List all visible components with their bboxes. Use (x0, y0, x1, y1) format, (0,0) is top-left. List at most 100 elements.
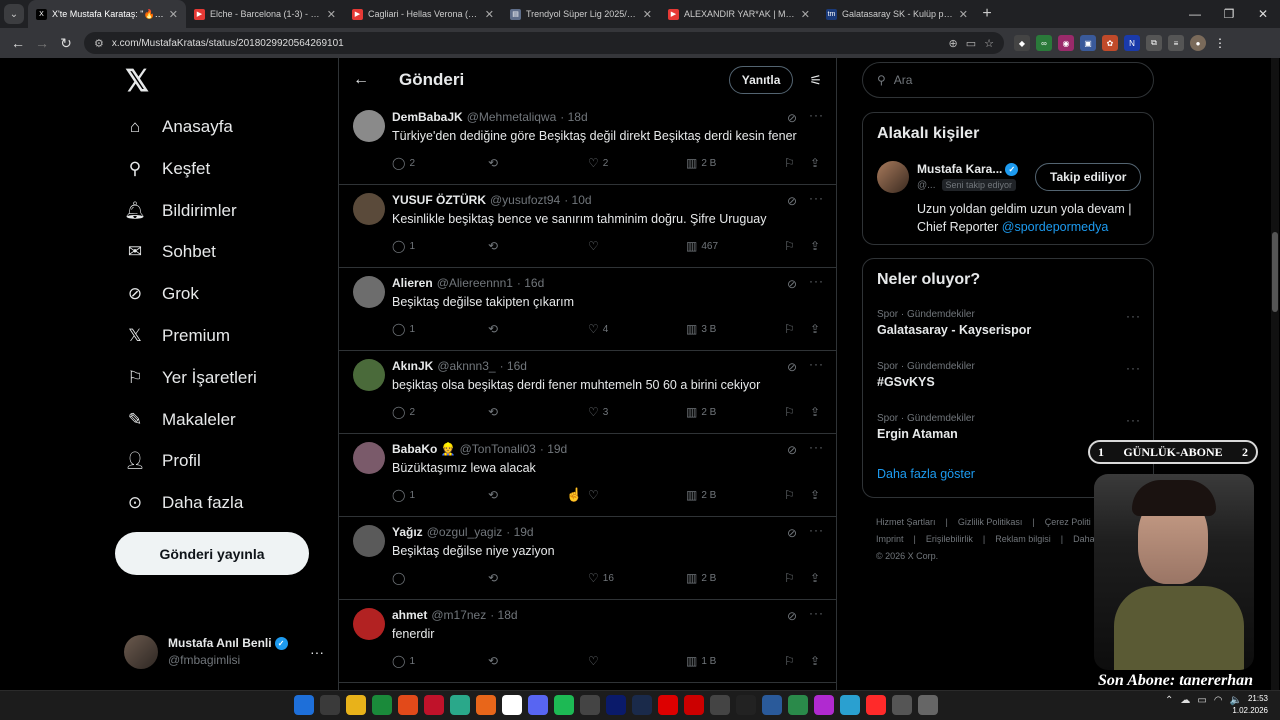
nav-item-mail[interactable]: ✉ Sohbet (124, 232, 216, 272)
address-bar[interactable]: ⚙ x.com/MustafaKratas/status/20180299205… (84, 32, 1004, 54)
url-text[interactable]: x.com/MustafaKratas/status/2018029920564… (112, 38, 941, 49)
grok-explain-icon[interactable]: ⊘ (787, 194, 797, 208)
nav-item-articles[interactable]: ✎ Makaleler (124, 400, 236, 440)
nav-item-grok[interactable]: ⊘ Grok (124, 274, 199, 314)
file-explorer-icon[interactable] (346, 695, 366, 715)
tweet-author-handle[interactable]: @Aliereennn1 (437, 276, 513, 290)
reload-icon[interactable]: ↻ (54, 35, 78, 52)
views-action[interactable]: ▥ 2 B (686, 405, 716, 419)
tweet-timestamp[interactable]: · 18d (490, 608, 517, 622)
more-options-icon[interactable]: ··· (310, 644, 324, 660)
grok-explain-icon[interactable]: ⊘ (787, 609, 797, 623)
tab-close-icon[interactable]: ✕ (959, 8, 968, 21)
app-icon[interactable] (866, 695, 886, 715)
obs-icon[interactable] (892, 695, 912, 715)
footer-link[interactable]: Daha (1073, 534, 1095, 544)
chrome-icon[interactable] (372, 695, 392, 715)
reply-tweet[interactable]: DemBabaJK @Mehmetaliqwa · 18d ⊘ ··· Türk… (339, 102, 836, 185)
nav-item-person[interactable]: 👤︎ Profil (124, 441, 201, 481)
nav-item-x-premium[interactable]: 𝕏 Premium (124, 316, 230, 356)
trend-item[interactable]: Spor · Gündemdekiler Ergin Ataman ··· (877, 413, 1141, 441)
extension-icon[interactable]: ◆ (1014, 35, 1030, 51)
trend-item[interactable]: Spor · Gündemdekiler #GSvKYS ··· (877, 361, 1141, 389)
tweet-timestamp[interactable]: · 18d (560, 110, 587, 124)
browser-tab[interactable]: ▶ ALEXANDIR YAR*AK | Madara C ✕ (660, 0, 818, 28)
nav-item-home[interactable]: ⌂ Anasayfa (124, 107, 233, 147)
show-more-link[interactable]: Daha fazla göster (877, 467, 975, 481)
extension-icon[interactable]: ▣ (1080, 35, 1096, 51)
share-action[interactable]: ⇪ (810, 322, 820, 336)
footer-link[interactable]: Imprint (876, 534, 904, 544)
avatar[interactable] (353, 276, 385, 308)
network-icon[interactable]: ◠ (1214, 695, 1223, 706)
spotify-icon[interactable] (554, 695, 574, 715)
avatar[interactable] (353, 608, 385, 640)
more-options-icon[interactable]: ··· (1126, 309, 1141, 323)
person-name[interactable]: Mustafa Kara... (917, 162, 1002, 176)
app-icon[interactable] (788, 695, 808, 715)
more-options-icon[interactable]: ··· (1126, 413, 1141, 427)
like-action[interactable]: ♡ 2 (588, 156, 608, 170)
repost-action[interactable]: ⟲ (488, 571, 498, 585)
share-action[interactable]: ⇪ (810, 156, 820, 170)
grok-explain-icon[interactable]: ⊘ (787, 360, 797, 374)
like-action[interactable]: ♡ 16 (588, 571, 614, 585)
repost-action[interactable]: ⟲ (488, 156, 498, 170)
photoshop-icon[interactable] (606, 695, 626, 715)
app-icon[interactable] (736, 695, 756, 715)
tab-close-icon[interactable]: ✕ (801, 8, 810, 21)
tweet-author-handle[interactable]: @yusufozt94 (490, 193, 560, 207)
bookmark-action[interactable]: ⚐ (784, 405, 795, 419)
extension-icon[interactable]: ◉ (1058, 35, 1074, 51)
filter-sliders-icon[interactable]: ⚟ (809, 72, 822, 89)
reply-action[interactable]: ◯ 1 (392, 654, 415, 668)
views-action[interactable]: ▥ 467 (686, 239, 718, 253)
avatar[interactable] (353, 442, 385, 474)
reply-tweet[interactable]: Alieren @Aliereennn1 · 16d ⊘ ··· Beşikta… (339, 268, 836, 351)
tweet-timestamp[interactable]: · 10d (564, 193, 591, 207)
display-icon[interactable]: ▭ (1197, 695, 1206, 706)
tweet-timestamp[interactable]: · 19d (540, 442, 567, 456)
repost-action[interactable]: ⟲ (488, 488, 498, 502)
like-action[interactable]: ♡ (588, 239, 603, 253)
more-options-icon[interactable]: ··· (809, 357, 824, 371)
browser-menu-icon[interactable]: ⋮ (1212, 35, 1228, 51)
views-action[interactable]: ▥ 3 B (686, 322, 716, 336)
like-action[interactable]: ♡ 4 (588, 322, 608, 336)
task-view-icon[interactable] (320, 695, 340, 715)
tweet-timestamp[interactable]: · 16d (517, 276, 544, 290)
tweet-author-name[interactable]: Alieren (392, 276, 433, 290)
more-options-icon[interactable]: ··· (1126, 361, 1141, 375)
chrome-alt-icon[interactable] (398, 695, 418, 715)
bookmark-action[interactable]: ⚐ (784, 488, 795, 502)
browser-tab[interactable]: tm Galatasaray SK - Kulüp profili | ✕ (818, 0, 976, 28)
page-scrollbar[interactable] (1271, 58, 1279, 690)
reply-tweet[interactable]: BabaKo 👷 @TonTonali03 · 19d ⊘ ··· Büzükt… (339, 434, 836, 517)
tab-close-icon[interactable]: ✕ (327, 8, 336, 21)
bookmark-star-icon[interactable]: ☆ (984, 37, 994, 50)
acrobat-icon[interactable] (710, 695, 730, 715)
tab-close-icon[interactable]: ✕ (485, 8, 494, 21)
steam-icon[interactable] (632, 695, 652, 715)
more-options-icon[interactable]: ··· (809, 191, 824, 205)
trend-item[interactable]: Spor · Gündemdekiler Galatasaray - Kayse… (877, 309, 1141, 337)
puzzle-icon[interactable]: ⧉ (1146, 35, 1162, 51)
avatar[interactable] (353, 359, 385, 391)
zoom-icon[interactable]: ⊕ (949, 37, 958, 50)
footer-link[interactable]: Reklam bilgisi (995, 534, 1051, 544)
post-button[interactable]: Gönderi yayınla (115, 532, 309, 575)
following-button[interactable]: Takip ediliyor (1035, 163, 1142, 191)
reply-action[interactable]: ◯ 2 (392, 156, 415, 170)
tweet-author-handle[interactable]: @ozgul_yagiz (427, 525, 503, 539)
more-options-icon[interactable]: ··· (809, 523, 824, 537)
reply-action[interactable]: ◯ (392, 571, 409, 585)
app-icon[interactable] (580, 695, 600, 715)
back-arrow-icon[interactable]: ← (353, 71, 369, 89)
grok-explain-icon[interactable]: ⊘ (787, 111, 797, 125)
search-input[interactable]: ⚲ Ara (862, 62, 1154, 98)
bookmark-action[interactable]: ⚐ (784, 322, 795, 336)
minimize-icon[interactable]: — (1178, 7, 1212, 21)
reply-tweet[interactable]: AkınJK @aknnn3_ · 16d ⊘ ··· beşiktaş ols… (339, 351, 836, 434)
nav-item-bell[interactable]: 🔔︎ Bildirimler (124, 191, 236, 231)
reply-tweet[interactable]: ahmet @m17nez · 18d ⊘ ··· fenerdir ◯ 1 ⟲ … (339, 600, 836, 683)
